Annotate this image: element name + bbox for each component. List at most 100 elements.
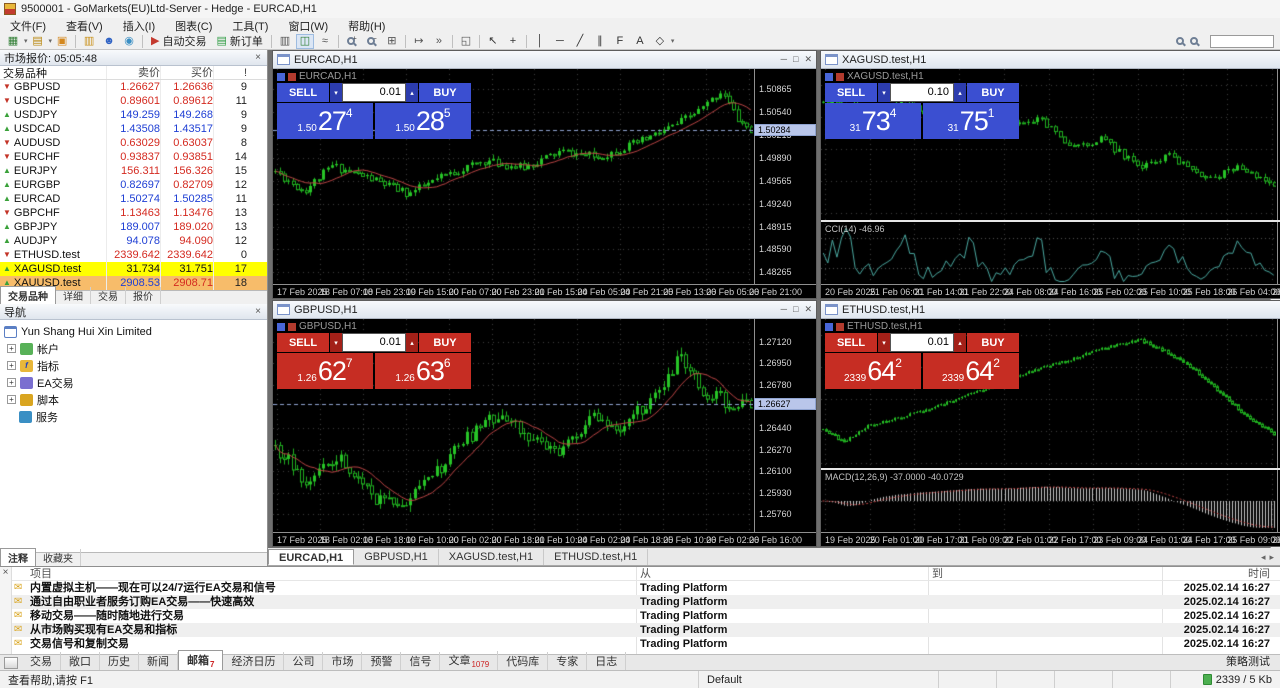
sell-price[interactable]: 1.50274	[277, 103, 373, 139]
fibonacci-icon[interactable]: F	[611, 34, 629, 49]
zoom-out-icon[interactable]: −	[363, 34, 381, 49]
cascade-windows-icon[interactable]: ◱	[457, 34, 475, 49]
tab-scroll-left-icon[interactable]: ◂	[1261, 552, 1266, 563]
tab-信号[interactable]: 信号	[401, 652, 440, 670]
candle-chart-icon[interactable]: ◫	[296, 34, 314, 49]
lot-value-field[interactable]: 0.01	[342, 333, 406, 352]
time-axis[interactable]: 17 Feb 202518 Feb 07:0018 Feb 23:0019 Fe…	[273, 284, 816, 298]
tab-注释[interactable]: 注释	[0, 548, 36, 566]
sell-price[interactable]: 31734	[825, 103, 921, 139]
table-row[interactable]: ▲USDCAD1.435081.435179	[0, 122, 267, 136]
minimize-icon[interactable]: ─	[781, 304, 787, 315]
tab-交易品种[interactable]: 交易品种	[0, 286, 56, 304]
sidebar-item-3[interactable]: +脚本	[4, 391, 267, 408]
dropdown-icon[interactable]: ▾	[49, 37, 53, 45]
tab-交易[interactable]: 交易	[22, 652, 61, 670]
tab-交易[interactable]: 交易	[91, 287, 126, 304]
dropdown-icon[interactable]: ▾	[671, 37, 675, 45]
tab-公司[interactable]: 公司	[284, 652, 323, 670]
scroll-to-end-icon[interactable]: ↦	[410, 34, 428, 49]
pane-splitter[interactable]	[821, 468, 1280, 470]
channel-icon[interactable]: ∥	[591, 34, 609, 49]
community-icon[interactable]: ☻	[100, 34, 118, 49]
table-row[interactable]: ▼AUDUSD0.630290.630378	[0, 136, 267, 150]
tile-windows-icon[interactable]: ⊞	[383, 34, 401, 49]
chart-window-titlebar[interactable]: EURCAD,H1─□✕	[273, 51, 816, 69]
tab-scroll-right-icon[interactable]: ▸	[1269, 552, 1274, 563]
chart-window-titlebar[interactable]: ETHUSD.test,H1─□✕	[821, 301, 1280, 319]
chart-client[interactable]: 19 Feb 202520 Feb 01:0020 Feb 17:0021 Fe…	[821, 319, 1280, 546]
buy-button[interactable]: BUY	[967, 333, 1019, 352]
close-icon[interactable]: ×	[1, 567, 11, 578]
lot-value-field[interactable]: 0.01	[342, 83, 406, 102]
lot-decrease-icon[interactable]: ▾	[878, 333, 890, 352]
sidebar-item-1[interactable]: +f指标	[4, 357, 267, 374]
table-row[interactable]: ▼ETHUSD.test2339.6422339.6420	[0, 248, 267, 262]
time-axis[interactable]: 20 Feb 202521 Feb 06:0021 Feb 14:0021 Fe…	[821, 284, 1280, 298]
buy-price[interactable]: 2339642	[923, 353, 1019, 389]
padlock-icon[interactable]: ▣	[53, 34, 71, 49]
tab-收藏夹[interactable]: 收藏夹	[36, 549, 81, 566]
tab-代码库[interactable]: 代码库	[498, 652, 548, 670]
expand-icon[interactable]: +	[7, 344, 16, 353]
price-axis[interactable]: 1.271201.269501.267801.264401.262701.261…	[754, 319, 816, 532]
table-row[interactable]: ▼GBPCHF1.134631.1347613	[0, 206, 267, 220]
autotrading-button[interactable]: ▶自动交易	[147, 34, 210, 49]
column-header-from[interactable]: 从	[640, 567, 651, 581]
table-row[interactable]: ▼USDCHF0.896010.8961211	[0, 94, 267, 108]
sell-button[interactable]: SELL	[825, 333, 877, 352]
column-header-to[interactable]: 到	[932, 567, 943, 581]
table-row[interactable]: ▲EURGBP0.826970.8270912	[0, 178, 267, 192]
status-profile[interactable]: Default	[698, 671, 938, 688]
mail-row[interactable]: ✉通过自由职业者服务订购EA交易——快速高效Trading Platform20…	[12, 595, 1280, 609]
expand-icon[interactable]: +	[7, 361, 16, 370]
strategy-tester-button[interactable]: 策略测试	[1216, 652, 1280, 670]
lot-increase-icon[interactable]: ▴	[406, 333, 418, 352]
column-header-1[interactable]: 卖价	[106, 66, 160, 79]
sell-price[interactable]: 2339642	[825, 353, 921, 389]
mail-row[interactable]: ✉移动交易——随时随地进行交易Trading Platform2025.02.1…	[12, 609, 1280, 623]
table-row[interactable]: ▲EURJPY156.311156.32615	[0, 164, 267, 178]
lot-decrease-icon[interactable]: ▾	[330, 333, 342, 352]
sell-button[interactable]: SELL	[825, 83, 877, 102]
sell-button[interactable]: SELL	[277, 83, 329, 102]
text-label-icon[interactable]: A	[631, 34, 649, 49]
maximize-icon[interactable]: □	[793, 304, 798, 315]
profiles-icon[interactable]: ▤	[29, 34, 47, 49]
tab-敞口[interactable]: 敞口	[61, 652, 100, 670]
chart-tab-EURCAD,H1[interactable]: EURCAD,H1	[268, 549, 354, 565]
menu-item-4[interactable]: 工具(T)	[222, 18, 278, 34]
find-symbol-icon[interactable]	[1190, 37, 1198, 45]
menu-item-6[interactable]: 帮助(H)	[338, 18, 395, 34]
dropdown-icon[interactable]: ▾	[24, 37, 28, 45]
tab-市场[interactable]: 市场	[323, 652, 362, 670]
table-row[interactable]: ▲AUDJPY94.07894.09012	[0, 234, 267, 248]
guide-book-icon[interactable]: ▥	[80, 34, 98, 49]
chart-window-eurcad[interactable]: EURCAD,H1─□✕1.508651.505401.502151.49890…	[272, 50, 817, 299]
table-row[interactable]: ▲USDJPY149.259149.2689	[0, 108, 267, 122]
chart-window-gbpusd[interactable]: GBPUSD,H1─□✕1.271201.269501.267801.26440…	[272, 300, 817, 547]
tab-日志[interactable]: 日志	[587, 652, 626, 670]
tab-报价[interactable]: 报价	[126, 287, 161, 304]
buy-button[interactable]: BUY	[419, 333, 471, 352]
chart-client[interactable]: 1.271201.269501.267801.264401.262701.261…	[273, 319, 816, 546]
close-icon[interactable]: ✕	[804, 304, 812, 315]
auto-scroll-icon[interactable]: »	[430, 34, 448, 49]
vertical-line-icon[interactable]: │	[531, 34, 549, 49]
lot-increase-icon[interactable]: ▴	[406, 83, 418, 102]
new-chart-icon[interactable]: ▦	[4, 34, 22, 49]
chart-client[interactable]: 1.508651.505401.502151.498901.495651.492…	[273, 69, 816, 298]
column-header-3[interactable]: !	[213, 66, 253, 79]
buy-price[interactable]: 31751	[923, 103, 1019, 139]
tab-历史[interactable]: 历史	[100, 652, 139, 670]
menu-item-2[interactable]: 插入(I)	[113, 18, 165, 34]
chart-window-ethusd[interactable]: ETHUSD.test,H1─□✕19 Feb 202520 Feb 01:00…	[820, 300, 1280, 547]
column-header-subject[interactable]: 项目	[30, 567, 52, 581]
time-axis[interactable]: 17 Feb 202518 Feb 02:0018 Feb 18:0019 Fe…	[273, 532, 816, 546]
chart-window-xagusd[interactable]: XAGUSD.test,H1─□✕20 Feb 202521 Feb 06:00…	[820, 50, 1280, 299]
tab-专家[interactable]: 专家	[548, 652, 587, 670]
tab-预警[interactable]: 预警	[362, 652, 401, 670]
pane-splitter[interactable]	[821, 220, 1280, 222]
chart-window-titlebar[interactable]: GBPUSD,H1─□✕	[273, 301, 816, 319]
close-icon[interactable]: ×	[253, 52, 263, 63]
